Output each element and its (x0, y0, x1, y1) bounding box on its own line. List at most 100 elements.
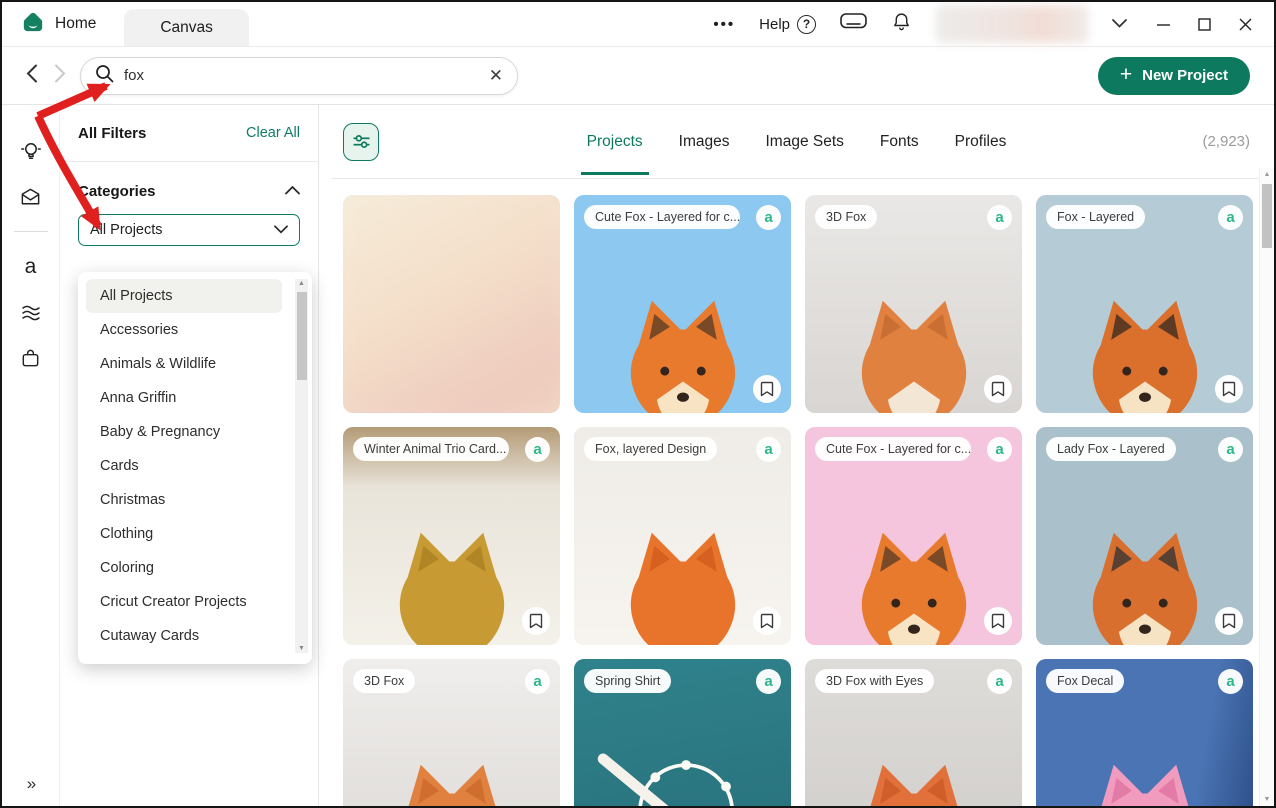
dropdown-option[interactable]: Baby & Pregnancy (86, 415, 282, 449)
filter-divider (60, 161, 318, 162)
dropdown-option[interactable]: Animals & Wildlife (86, 347, 282, 381)
filter-panel: All Filters Clear All Categories All Pro… (60, 105, 319, 806)
dropdown-option[interactable]: Accessories (86, 313, 282, 347)
dropdown-option[interactable]: Coloring (86, 551, 282, 585)
bookmark-button[interactable] (522, 607, 550, 635)
bookmark-button[interactable] (753, 375, 781, 403)
scroll-up-icon[interactable]: ▲ (295, 280, 308, 287)
cricut-access-badge-icon: a (987, 437, 1012, 462)
chevron-up-icon[interactable] (285, 182, 300, 200)
project-card[interactable]: Cute Fox - Layered for c...a (574, 195, 791, 413)
tab-fonts[interactable]: Fonts (880, 105, 919, 178)
cricut-access-icon[interactable]: a (19, 254, 43, 278)
dropdown-option[interactable]: Clothing (86, 517, 282, 551)
tab-image-sets[interactable]: Image Sets (765, 105, 843, 178)
dropdown-option[interactable]: Cards (86, 449, 282, 483)
project-title: Cute Fox - Layered for c... (815, 437, 971, 461)
project-card[interactable]: Winter Animal Trio Card...a (343, 427, 560, 645)
close-button[interactable] (1239, 18, 1252, 31)
project-card[interactable]: 3D Fox a (805, 195, 1022, 413)
shopping-bag-icon[interactable] (19, 346, 43, 370)
cricut-access-badge-icon: a (525, 669, 550, 694)
cricut-access-badge-icon: a (756, 669, 781, 694)
ellipsis-icon[interactable]: ••• (713, 16, 735, 33)
category-dropdown-list: All ProjectsAccessoriesAnimals & Wildlif… (78, 272, 312, 664)
project-thumbnail (343, 195, 560, 413)
project-title: Fox Decal (1046, 669, 1124, 693)
project-title: Fox, layered Design (584, 437, 717, 461)
chevron-down-icon[interactable] (1112, 15, 1127, 33)
project-title: Lady Fox - Layered (1046, 437, 1176, 461)
dropdown-scrollbar[interactable]: ▲ ▼ (295, 279, 308, 653)
project-card[interactable] (343, 195, 560, 413)
dropdown-option[interactable]: Cricut Creator Projects (86, 585, 282, 619)
scroll-down-icon[interactable]: ▼ (1260, 796, 1274, 803)
search-input[interactable] (124, 67, 479, 84)
tab-profiles[interactable]: Profiles (955, 105, 1007, 178)
tab-canvas-label: Canvas (160, 19, 213, 37)
tab-home[interactable]: Home (2, 2, 124, 46)
back-icon[interactable] (26, 64, 38, 88)
chevron-down-icon (274, 222, 288, 238)
bookmark-button[interactable] (984, 607, 1012, 635)
new-project-button[interactable]: + New Project (1098, 57, 1250, 95)
project-title: 3D Fox with Eyes (815, 669, 934, 693)
double-chevron-right-icon[interactable]: » (27, 774, 34, 794)
category-selected-value: All Projects (90, 222, 163, 238)
inbox-icon[interactable] (19, 185, 43, 209)
main-scrollbar[interactable]: ▲ ▼ (1259, 168, 1274, 806)
side-rail: a » (2, 105, 60, 806)
bookmark-button[interactable] (984, 375, 1012, 403)
tab-images[interactable]: Images (679, 105, 730, 178)
cricut-access-badge-icon: a (987, 669, 1012, 694)
search-icon (95, 64, 114, 88)
waves-icon[interactable] (19, 300, 43, 324)
scroll-up-icon[interactable]: ▲ (1260, 171, 1274, 178)
scrollbar-thumb[interactable] (1262, 184, 1272, 248)
scrollbar-thumb[interactable] (297, 292, 307, 380)
user-account-blurred[interactable] (936, 5, 1088, 43)
cricut-access-badge-icon: a (756, 437, 781, 462)
cricut-access-badge-icon: a (1218, 669, 1243, 694)
bookmark-button[interactable] (753, 607, 781, 635)
category-dropdown[interactable]: All Projects (78, 214, 300, 246)
project-card[interactable]: 3D Foxa (343, 659, 560, 806)
project-title: Spring Shirt (584, 669, 671, 693)
bell-icon[interactable] (891, 11, 912, 38)
clear-x-icon[interactable]: ✕ (489, 67, 503, 84)
bookmark-button[interactable] (1215, 607, 1243, 635)
scroll-down-icon[interactable]: ▼ (295, 645, 308, 652)
rail-divider (14, 231, 48, 232)
search-bar[interactable]: ✕ (80, 57, 518, 95)
project-title: 3D Fox (815, 205, 877, 229)
bookmark-button[interactable] (1215, 375, 1243, 403)
dropdown-option[interactable]: Anna Griffin (86, 381, 282, 415)
forward-icon[interactable] (54, 64, 66, 88)
project-card[interactable]: Lady Fox - Layered a (1036, 427, 1253, 645)
project-grid: Cute Fox - Layered for c... a 3D Fox a Fox -… (319, 179, 1274, 806)
clear-all-link[interactable]: Clear All (246, 125, 300, 141)
cricut-access-badge-icon: a (1218, 437, 1243, 462)
tab-projects[interactable]: Projects (587, 105, 643, 178)
lightbulb-icon[interactable] (19, 139, 43, 163)
project-card[interactable]: Fox, layered Design a (574, 427, 791, 645)
project-card[interactable]: Cute Fox - Layered for c... a (805, 427, 1022, 645)
project-title: Fox - Layered (1046, 205, 1145, 229)
cricut-access-badge-icon: a (756, 205, 781, 230)
project-card[interactable]: Spring Shirt a (574, 659, 791, 806)
maximize-button[interactable] (1198, 18, 1211, 31)
help-label: Help (759, 16, 790, 33)
project-card[interactable]: Fox Decal a (1036, 659, 1253, 806)
cricut-access-badge-icon: a (525, 437, 550, 462)
project-card[interactable]: 3D Fox with Eyes a (805, 659, 1022, 806)
dropdown-option[interactable]: All Projects (86, 279, 282, 313)
categories-label: Categories (78, 183, 156, 200)
machine-icon[interactable] (840, 12, 867, 36)
minimize-button[interactable] (1157, 18, 1170, 31)
help-button[interactable]: Help ? (759, 15, 816, 34)
tab-canvas[interactable]: Canvas (124, 9, 249, 46)
dropdown-option[interactable]: Christmas (86, 483, 282, 517)
dropdown-option[interactable]: Cutaway Cards (86, 619, 282, 653)
project-card[interactable]: Fox - Layereda (1036, 195, 1253, 413)
cricut-access-badge-icon: a (987, 205, 1012, 230)
